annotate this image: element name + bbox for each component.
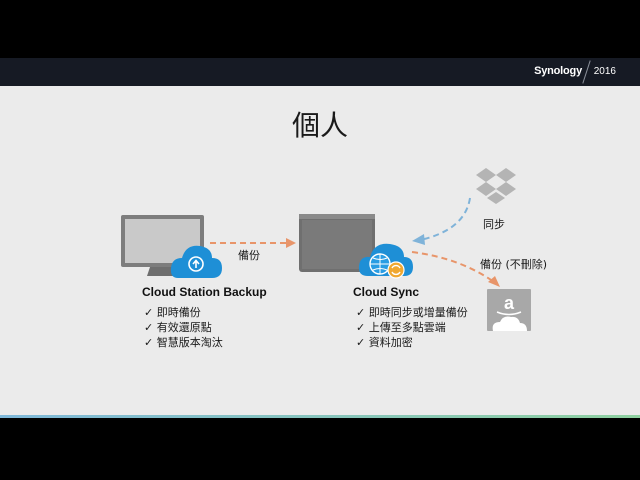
cloud-station-backup-heading: Cloud Station Backup — [142, 285, 267, 299]
feature-item: 即時備份 — [144, 305, 223, 320]
feature-item: 即時同步或增量備份 — [356, 305, 468, 320]
backup-arrow-label: 備份 — [238, 249, 260, 262]
sync-label: 同步 — [483, 218, 505, 231]
diagram: a — [121, 168, 531, 331]
amazon-drive-icon: a — [487, 289, 531, 331]
feature-item: 智慧版本淘汰 — [144, 335, 223, 350]
feature-item: 有效還原點 — [144, 320, 223, 335]
backup-nodelete-label: 備份 (不刪除) — [480, 258, 548, 271]
feature-item: 資料加密 — [356, 335, 468, 350]
svg-text:a: a — [504, 293, 515, 313]
dropbox-icon — [476, 168, 516, 204]
cloud-station-backup-features: 即時備份 有效還原點 智慧版本淘汰 — [144, 305, 223, 350]
feature-item: 上傳至多點雲端 — [356, 320, 468, 335]
cloud-sync-heading: Cloud Sync — [353, 285, 420, 299]
cloud-sync-features: 即時同步或增量備份 上傳至多點雲端 資料加密 — [356, 305, 468, 350]
sync-arrow — [412, 197, 471, 245]
